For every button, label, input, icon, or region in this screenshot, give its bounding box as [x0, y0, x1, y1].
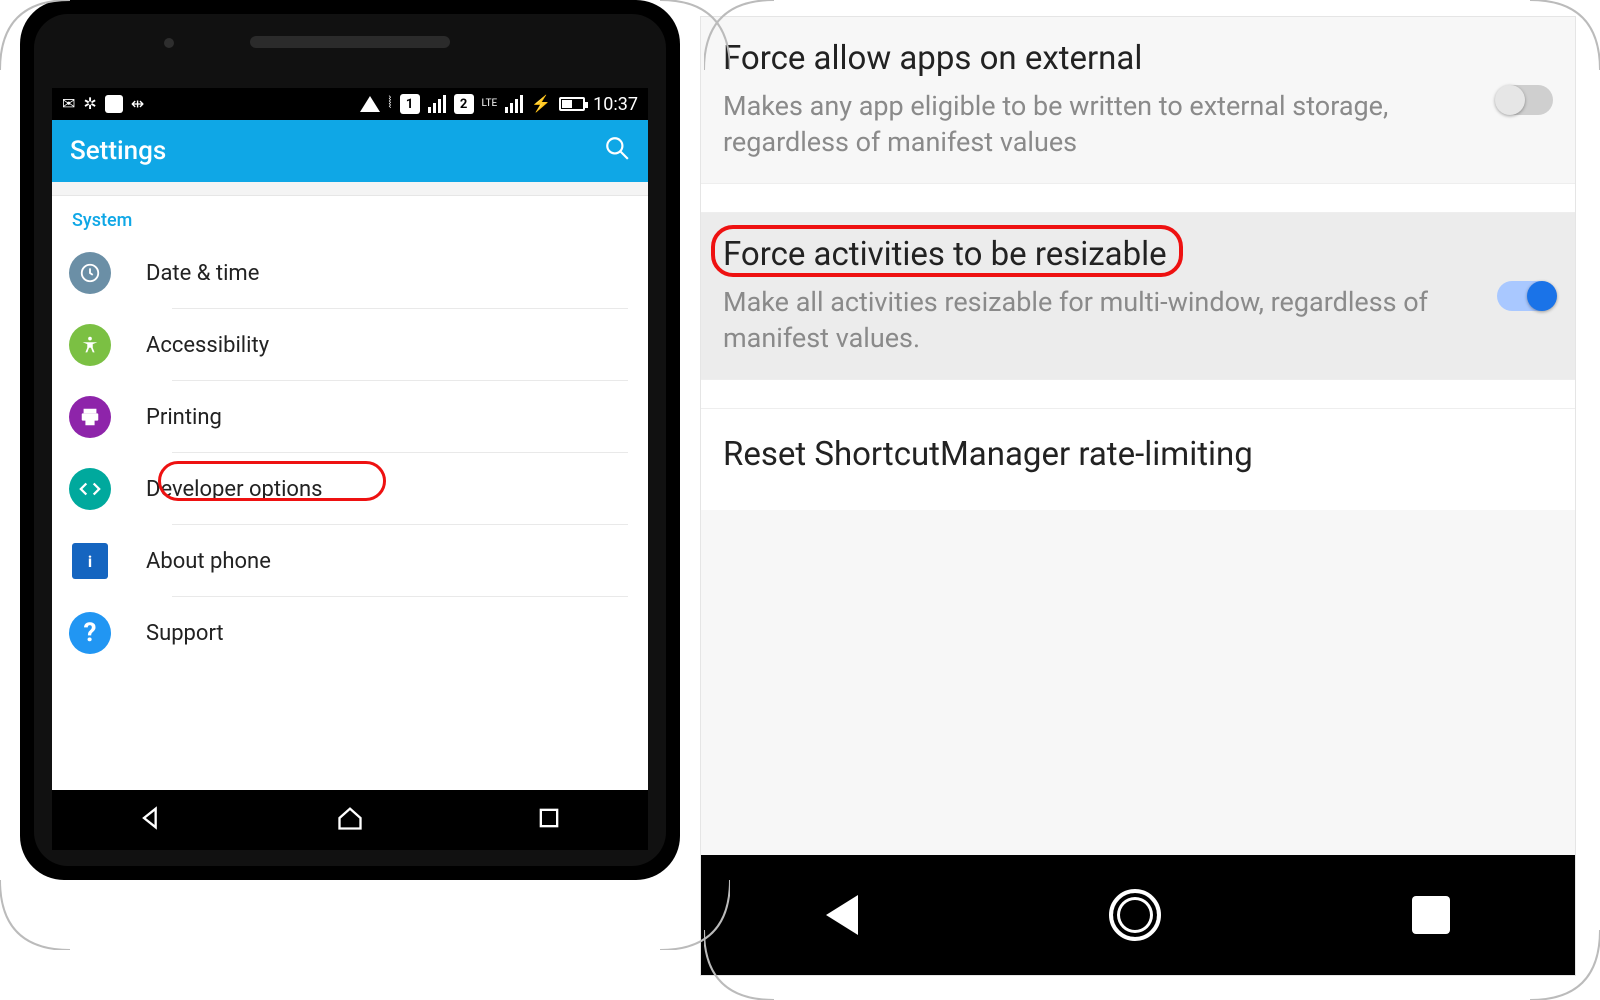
pref-title: Force allow apps on external: [723, 39, 1475, 78]
settings-item-label: Printing: [146, 405, 222, 430]
pref-subtitle: Make all activities resizable for multi-…: [723, 284, 1475, 357]
section-header-system: System: [52, 196, 648, 237]
settings-item-label: Date & time: [146, 261, 259, 286]
pref-force-resizable[interactable]: Force activities to be resizable Make al…: [701, 213, 1575, 379]
alignment-icon: ⇹: [131, 94, 144, 114]
settings-item-date-time[interactable]: Date & time: [52, 237, 648, 309]
search-icon: [604, 135, 630, 161]
battery-icon: [559, 97, 585, 111]
settings-item-printing[interactable]: Printing: [52, 381, 648, 453]
settings-item-label: About phone: [146, 549, 271, 574]
help-icon: ?: [69, 612, 111, 654]
lte-label: LTE: [482, 99, 498, 109]
settings-item-accessibility[interactable]: Accessibility: [52, 309, 648, 381]
settings-item-label: Developer options: [146, 477, 322, 502]
wifi-icon: [360, 96, 380, 112]
signal-icon: [428, 95, 446, 113]
charging-icon: ⚡: [531, 94, 551, 114]
settings-item-label: Support: [146, 621, 224, 646]
back-button[interactable]: [137, 804, 165, 836]
phone-device-frame: ✉ ✲ ⇹ ⦚ 1 2 LTE ⚡ 10:37: [20, 0, 680, 880]
clock-text: 10:37: [593, 94, 638, 115]
pref-reset-shortcut-ratelimit[interactable]: Reset ShortcutManager rate-limiting: [701, 409, 1575, 510]
notification-icon: [105, 95, 123, 113]
app-bar: Settings: [52, 120, 648, 182]
pref-subtitle: Makes any app eligible to be written to …: [723, 88, 1475, 161]
app-bar-title: Settings: [70, 136, 166, 166]
pref-force-allow-external[interactable]: Force allow apps on external Makes any a…: [701, 17, 1575, 183]
settings-item-developer-options[interactable]: Developer options: [52, 453, 648, 525]
toggle-switch[interactable]: [1497, 281, 1553, 311]
home-button[interactable]: [1109, 889, 1161, 941]
settings-list[interactable]: System Date & time Accessibility: [52, 182, 648, 790]
recents-button[interactable]: [535, 804, 563, 836]
clock-icon: [69, 252, 111, 294]
back-button[interactable]: [826, 895, 858, 935]
home-button[interactable]: [336, 804, 364, 836]
section-divider: [52, 182, 648, 196]
list-divider: [701, 183, 1575, 213]
developer-icon: [69, 468, 111, 510]
page-curl-icon: [0, 880, 70, 950]
status-bar: ✉ ✲ ⇹ ⦚ 1 2 LTE ⚡ 10:37: [52, 88, 648, 120]
system-nav-bar: [52, 790, 648, 850]
aperture-icon: ✲: [83, 94, 96, 114]
system-nav-bar: [701, 855, 1575, 975]
sim-indicator-icon: 2: [454, 94, 474, 114]
signal-icon: [505, 95, 523, 113]
toggle-switch[interactable]: [1497, 85, 1553, 115]
vibrate-icon: ⦚: [388, 95, 391, 113]
notification-icon: ✉: [62, 94, 75, 114]
pref-title: Reset ShortcutManager rate-limiting: [723, 435, 1553, 474]
settings-item-label: Accessibility: [146, 333, 269, 358]
camera-dot-icon: [164, 38, 174, 48]
settings-item-support[interactable]: ? Support: [52, 597, 648, 669]
info-icon: i: [72, 543, 108, 579]
list-divider: [701, 379, 1575, 409]
accessibility-icon: [69, 324, 111, 366]
developer-options-panel: Force allow apps on external Makes any a…: [700, 16, 1576, 976]
pref-title: Force activities to be resizable: [723, 235, 1475, 274]
printer-icon: [69, 396, 111, 438]
search-button[interactable]: [604, 135, 630, 168]
settings-item-about-phone[interactable]: i About phone: [52, 525, 648, 597]
phone-screen: ✉ ✲ ⇹ ⦚ 1 2 LTE ⚡ 10:37: [52, 88, 648, 850]
sim-indicator-icon: 1: [400, 94, 420, 114]
recents-button[interactable]: [1412, 896, 1450, 934]
earpiece-icon: [250, 36, 450, 48]
